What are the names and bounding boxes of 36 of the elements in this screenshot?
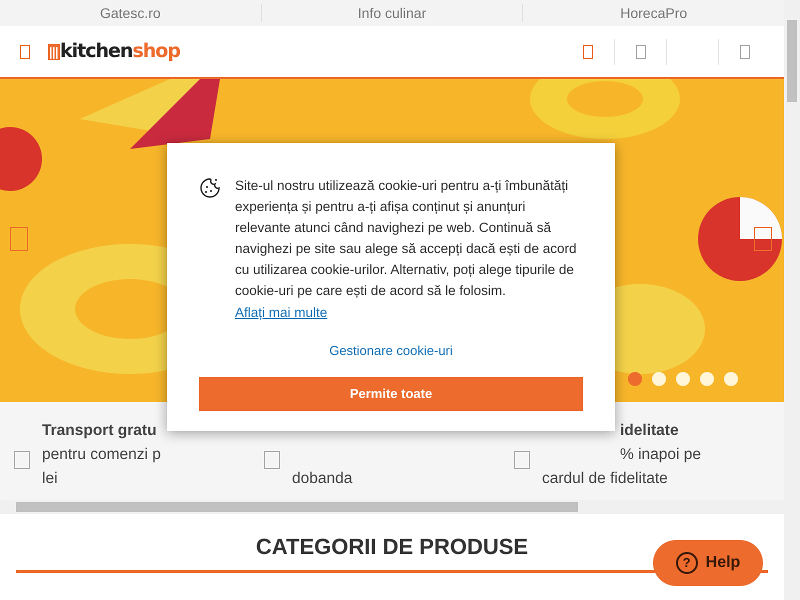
feature-icon[interactable] — [514, 451, 530, 469]
feature-text: pentru comenzi p — [42, 445, 161, 465]
feature-title: Transport gratu — [42, 421, 158, 441]
carousel-dot[interactable] — [700, 372, 714, 386]
cookie-notice-text: Site-ul nostru utilizează cookie-uri pentru a-ți îmbunătăți experiența și pentru a-ți afișa conținut și anunțuri relevante atunci când navighezi pe web. Continuă să navighezi pe site sau alege să accepți dacă ești de acord cu utilizarea cookie-urilor. Alternativ, poți alege tipurile de cookie-uri pe care ești de acord să le folosim. — [235, 177, 578, 300]
vertical-scrollbar-thumb[interactable] — [787, 20, 797, 102]
carousel-dot[interactable] — [652, 372, 666, 386]
top-link[interactable]: HorecaPro — [523, 0, 784, 26]
logo-icon — [48, 44, 60, 60]
logo-text[interactable]: kitchenshop — [60, 37, 180, 66]
manage-cookies-link[interactable]: Gestionare cookie-uri — [329, 343, 453, 358]
account-icon[interactable] — [636, 44, 646, 58]
cart-icon[interactable] — [740, 44, 750, 58]
cookie-icon — [199, 177, 221, 199]
feature-icon[interactable] — [264, 451, 280, 469]
next-slide-icon[interactable] — [754, 227, 772, 251]
help-button[interactable]: ? Help — [653, 540, 763, 586]
accept-all-button[interactable]: Permite toate — [199, 377, 583, 411]
feature-icon[interactable] — [14, 451, 30, 469]
carousel-dot[interactable] — [628, 372, 642, 386]
feature-text: lei — [42, 469, 59, 489]
help-icon: ? — [676, 552, 698, 574]
carousel-dot[interactable] — [676, 372, 690, 386]
top-link[interactable]: Gatesc.ro — [0, 0, 261, 26]
horizontal-scrollbar-thumb[interactable] — [16, 502, 578, 512]
feature-text: cardul de fidelitate — [542, 469, 669, 489]
feature-text: % inapoi pe — [619, 445, 702, 465]
feature-title: idelitate — [619, 421, 680, 441]
section-title: CATEGORII DE PRODUSE — [256, 534, 528, 561]
previous-slide-icon[interactable] — [10, 227, 28, 251]
top-link[interactable]: Info culinar — [262, 0, 522, 26]
menu-icon[interactable] — [20, 44, 30, 58]
carousel-dot[interactable] — [724, 372, 738, 386]
feature-text: dobanda — [292, 469, 352, 489]
search-icon[interactable] — [583, 44, 593, 58]
learn-more-link[interactable]: Aflați mai multe — [235, 305, 328, 320]
